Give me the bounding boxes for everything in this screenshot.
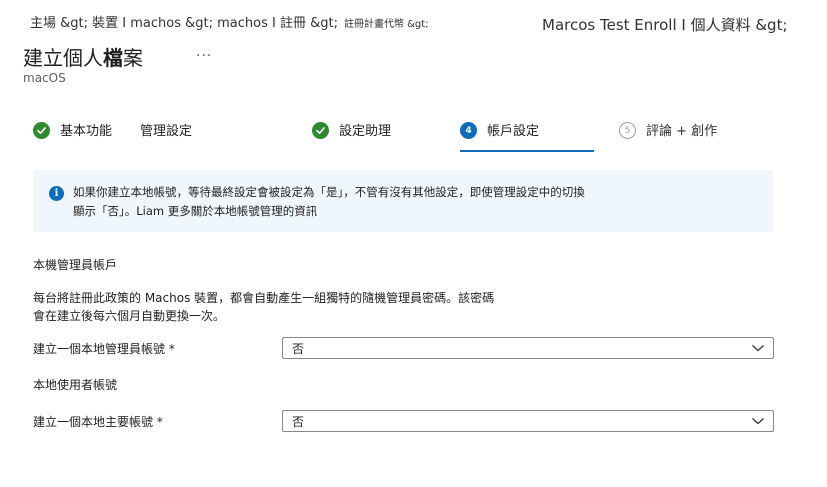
breadcrumb: 主場 &gt; 裝置 I machos &gt; machos I 註冊 &gt… <box>30 10 807 35</box>
step-number-badge: 5 <box>619 122 636 139</box>
page-title-part-c: 案 <box>123 46 143 70</box>
checkmark-icon <box>33 122 50 139</box>
wizard-steps: 基本功能 管理設定 設定助理 4 帳戶設定 5 評論 + 創作 <box>33 118 773 154</box>
admin-account-dropdown[interactable]: 否 <box>282 337 774 359</box>
checkmark-icon <box>312 122 329 139</box>
page-subtitle: macOS <box>23 71 66 85</box>
step-account-settings[interactable]: 4 帳戶設定 <box>460 118 594 152</box>
admin-section-title: 本機管理員帳戶 <box>33 258 118 272</box>
step-basics[interactable]: 基本功能 <box>33 118 112 152</box>
step-management-settings[interactable]: 管理設定 <box>113 118 192 152</box>
info-banner: i 如果你建立本地帳號，等待最終設定會被設定為「是」，不管有沒有其他設定，即使管… <box>33 170 773 232</box>
user-account-label: 建立一個本地主要帳號 * <box>33 415 163 429</box>
breadcrumb-profile[interactable]: Marcos Test Enroll I 個人資料 &gt; <box>542 14 788 35</box>
page-title: 建立個人檔案 <box>23 42 143 71</box>
info-text: 如果你建立本地帳號，等待最終設定會被設定為「是」，不管有沒有其他設定，即使管理設… <box>73 183 593 221</box>
page-title-part-a: 建立個人 <box>23 46 103 70</box>
step-label: 評論 + 創作 <box>646 124 718 139</box>
user-section-title: 本地使用者帳號 <box>33 378 118 392</box>
admin-account-value: 否 <box>292 341 305 356</box>
info-message[interactable]: 如果你建立本地帳號，等待最終設定會被設定為「是」，不管有沒有其他設定，即使管理設… <box>73 185 585 218</box>
step-number-badge: 4 <box>460 122 477 139</box>
info-icon: i <box>49 186 64 201</box>
user-account-value: 否 <box>292 414 305 429</box>
step-label: 帳戶設定 <box>487 124 540 139</box>
breadcrumb-token-link[interactable]: 註冊計畫代幣 &gt; <box>344 19 429 30</box>
step-setup-assistant[interactable]: 設定助理 <box>312 118 391 152</box>
step-review-create[interactable]: 5 評論 + 創作 <box>619 118 717 152</box>
breadcrumb-path[interactable]: 主場 &gt; 裝置 I machos &gt; machos I 註冊 &gt… <box>30 12 429 31</box>
chevron-down-icon <box>752 345 764 352</box>
step-label: 基本功能 <box>60 124 113 139</box>
admin-account-label: 建立一個本地管理員帳號 * <box>33 342 175 356</box>
breadcrumb-path-text[interactable]: 主場 &gt; 裝置 I machos &gt; machos I 註冊 &gt… <box>30 16 338 31</box>
step-label: 管理設定 <box>140 124 193 139</box>
chevron-down-icon <box>752 418 764 425</box>
step-label: 設定助理 <box>339 124 392 139</box>
user-account-dropdown[interactable]: 否 <box>282 410 774 432</box>
more-options-icon[interactable]: ... <box>196 44 212 60</box>
admin-section-description: 每台將註冊此政策的 Machos 裝置，都會自動產生一組獨特的隨機管理員密碼。該… <box>33 291 495 323</box>
page-title-part-b: 檔 <box>103 46 123 70</box>
